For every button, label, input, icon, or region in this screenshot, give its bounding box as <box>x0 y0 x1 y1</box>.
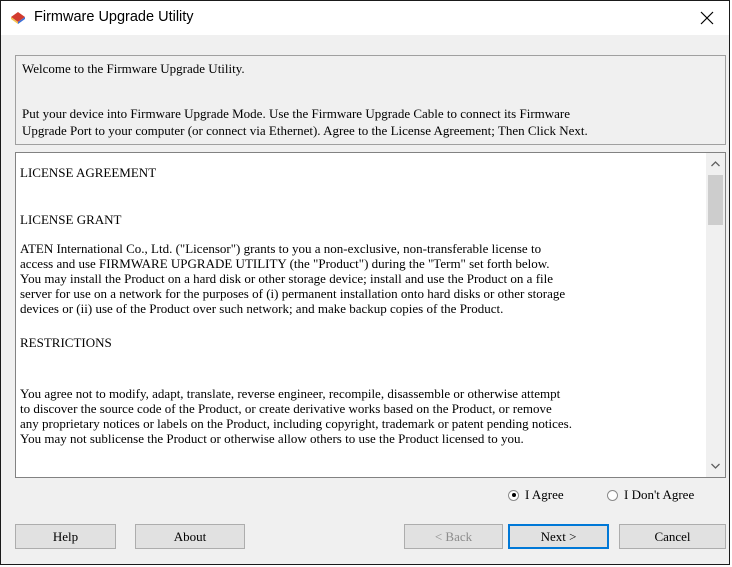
chevron-up-icon <box>711 161 720 167</box>
agree-label: I Agree <box>525 487 564 502</box>
instruction-line-2: Upgrade Port to your computer (or connec… <box>22 123 588 138</box>
restriction-line: any proprietary notices or labels on the… <box>20 416 572 431</box>
scroll-down-button[interactable] <box>706 455 725 477</box>
window-title: Firmware Upgrade Utility <box>34 9 194 25</box>
agree-radio-option[interactable]: I Agree <box>508 487 564 503</box>
disagree-radio[interactable] <box>607 489 618 501</box>
about-button[interactable]: About <box>135 524 245 549</box>
restriction-line: You may not sublicense the Product or ot… <box>20 431 524 446</box>
scroll-thumb[interactable] <box>708 175 723 225</box>
close-icon <box>700 11 714 25</box>
back-button[interactable]: < Back <box>404 524 503 549</box>
help-button[interactable]: Help <box>15 524 116 549</box>
license-grant-line: access and use FIRMWARE UPGRADE UTILITY … <box>20 256 550 271</box>
agree-radio[interactable] <box>508 489 519 501</box>
cancel-button[interactable]: Cancel <box>619 524 726 549</box>
license-grant-line: devices or (ii) use of the Product over … <box>20 301 504 316</box>
title-bar: Firmware Upgrade Utility <box>1 1 729 35</box>
license-grant-line: You may install the Product on a hard di… <box>20 271 554 286</box>
chevron-down-icon <box>711 463 720 469</box>
next-button[interactable]: Next > <box>508 524 609 549</box>
restriction-line: to discover the source code of the Produ… <box>20 401 552 416</box>
license-grant-line: ATEN International Co., Ltd. ("Licensor"… <box>20 241 542 256</box>
disagree-label: I Don't Agree <box>624 487 695 502</box>
license-grant-heading: LICENSE GRANT <box>20 212 122 227</box>
license-heading: LICENSE AGREEMENT <box>20 165 157 180</box>
disagree-radio-option[interactable]: I Don't Agree <box>607 487 694 503</box>
vertical-scrollbar[interactable] <box>706 153 725 477</box>
restrictions-heading: RESTRICTIONS <box>20 335 112 350</box>
license-textbox[interactable]: LICENSE AGREEMENT LICENSE GRANT ATEN Int… <box>15 152 726 478</box>
instruction-line-1: Put your device into Firmware Upgrade Mo… <box>22 106 571 121</box>
welcome-text: Welcome to the Firmware Upgrade Utility. <box>22 61 245 76</box>
restriction-line: You agree not to modify, adapt, translat… <box>20 386 561 401</box>
scroll-up-button[interactable] <box>706 153 725 175</box>
instructions-panel: Welcome to the Firmware Upgrade Utility.… <box>15 55 726 145</box>
license-grant-line: server for use on a network for the purp… <box>20 286 566 301</box>
firmware-upgrade-window: Firmware Upgrade Utility Welcome to the … <box>0 0 730 565</box>
app-icon <box>10 11 26 25</box>
close-button[interactable] <box>685 1 729 35</box>
